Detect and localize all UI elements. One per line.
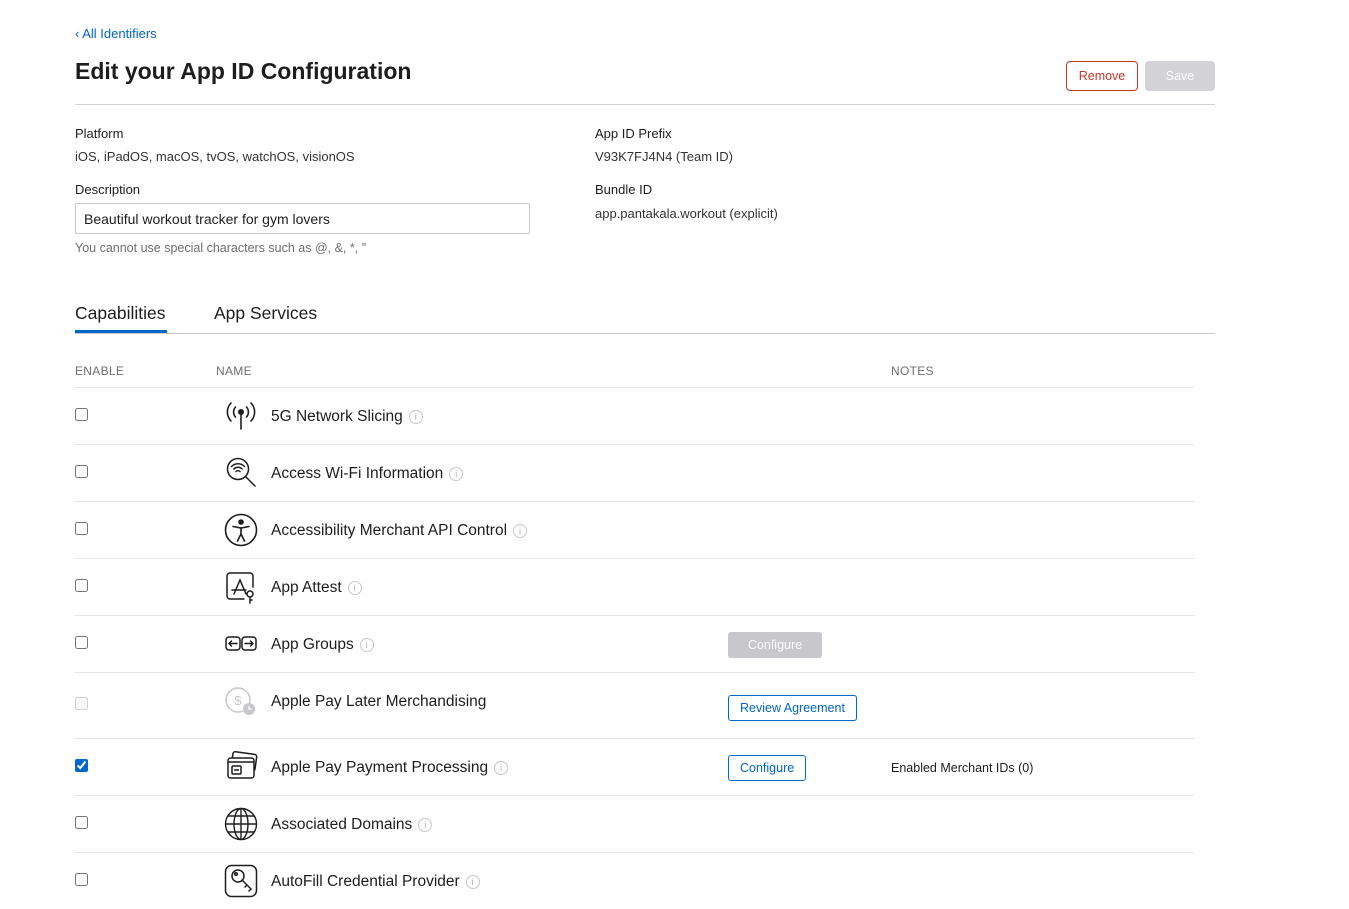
app-groups-icon xyxy=(225,636,257,651)
merchant-ids-note: Enabled Merchant IDs (0) xyxy=(891,761,1034,775)
app-id-prefix-value: V93K7FJ4N4 (Team ID) xyxy=(595,149,733,164)
info-icon[interactable]: i xyxy=(465,875,480,889)
enable-checkbox[interactable] xyxy=(75,579,88,592)
bundle-id-value: app.pantakala.workout (explicit) xyxy=(595,206,778,221)
capabilities-list: 5G Network Slicing i Access Wi-Fi Informa… xyxy=(75,387,1195,909)
column-header-notes: NOTES xyxy=(891,364,934,378)
app-id-config-page: ‹ All Identifiers Edit your App ID Confi… xyxy=(75,0,1215,898)
globe-icon xyxy=(224,807,258,841)
column-header-enable: ENABLE xyxy=(75,364,125,378)
tab-capabilities[interactable]: Capabilities xyxy=(75,303,165,324)
capability-row: Accessibility Merchant API Control i xyxy=(75,501,1195,558)
description-label: Description xyxy=(75,182,141,197)
description-field[interactable] xyxy=(75,203,530,234)
tab-app-services[interactable]: App Services xyxy=(214,303,317,324)
remove-button[interactable]: Remove xyxy=(1066,61,1138,91)
info-icon[interactable]: i xyxy=(359,638,374,652)
capability-name: Apple Pay Later Merchandising xyxy=(271,693,487,710)
page-title: Edit your App ID Configuration xyxy=(75,58,412,84)
wifi-search-icon xyxy=(226,457,256,487)
header-divider xyxy=(75,104,1215,105)
apple-pay-configure-button[interactable]: Configure xyxy=(728,755,807,781)
pay-later-icon: $ xyxy=(225,687,255,715)
enable-checkbox[interactable] xyxy=(75,465,88,478)
enable-checkbox[interactable] xyxy=(75,759,88,772)
all-identifiers-link[interactable]: ‹ All Identifiers xyxy=(75,26,157,41)
capability-name: 5G Network Slicing xyxy=(271,408,403,425)
capability-name: App Groups xyxy=(271,636,354,653)
info-icon[interactable]: i xyxy=(418,818,433,832)
info-icon[interactable]: i xyxy=(513,524,528,538)
capability-row: Access Wi-Fi Information i xyxy=(75,444,1195,501)
capability-row: AutoFill Credential Provider i xyxy=(75,852,1195,909)
enable-checkbox[interactable] xyxy=(75,816,88,829)
capability-row: Associated Domains i xyxy=(75,795,1195,852)
antenna-icon xyxy=(226,402,256,430)
column-header-name: NAME xyxy=(216,364,252,378)
capability-row: 5G Network Slicing i xyxy=(75,387,1195,444)
platform-value: iOS, iPadOS, macOS, tvOS, watchOS, visio… xyxy=(75,149,355,164)
capability-name: Associated Domains xyxy=(271,816,413,833)
enable-checkbox[interactable] xyxy=(75,522,88,535)
review-agreement-button[interactable]: Review Agreement xyxy=(728,695,857,721)
svg-text:$: $ xyxy=(234,693,242,708)
tabs-divider xyxy=(75,333,1215,334)
app-id-prefix-label: App ID Prefix xyxy=(595,126,672,141)
capability-row: App Attest i xyxy=(75,558,1195,615)
enable-checkbox[interactable] xyxy=(75,636,88,649)
key-icon xyxy=(224,864,258,898)
enable-checkbox[interactable] xyxy=(75,408,88,421)
capability-name: App Attest xyxy=(271,579,342,596)
capability-row: $ Apple Pay Later Merchandising Review A… xyxy=(75,672,1195,738)
description-hint: You cannot use special characters such a… xyxy=(75,241,367,255)
platform-label: Platform xyxy=(75,126,124,141)
bundle-id-label: Bundle ID xyxy=(595,182,653,197)
info-icon[interactable]: i xyxy=(408,410,423,424)
enable-checkbox[interactable] xyxy=(75,873,88,886)
accessibility-icon xyxy=(224,513,258,547)
app-attest-icon xyxy=(226,572,254,604)
app-groups-configure-button[interactable]: Configure xyxy=(728,632,822,658)
info-icon[interactable]: i xyxy=(494,761,509,775)
save-button[interactable]: Save xyxy=(1145,61,1215,91)
capability-row: Apple Pay Payment Processing i Configure … xyxy=(75,738,1195,795)
enable-checkbox[interactable] xyxy=(75,697,88,710)
capability-row: App Groups i Configure xyxy=(75,615,1195,672)
apple-pay-card-icon xyxy=(227,750,258,779)
info-icon[interactable]: i xyxy=(347,581,362,595)
capability-name: AutoFill Credential Provider xyxy=(271,873,460,890)
capability-name: Accessibility Merchant API Control xyxy=(271,522,508,539)
info-icon[interactable]: i xyxy=(449,467,464,481)
capability-name: Apple Pay Payment Processing xyxy=(271,759,489,776)
capability-name: Access Wi-Fi Information xyxy=(271,465,444,482)
